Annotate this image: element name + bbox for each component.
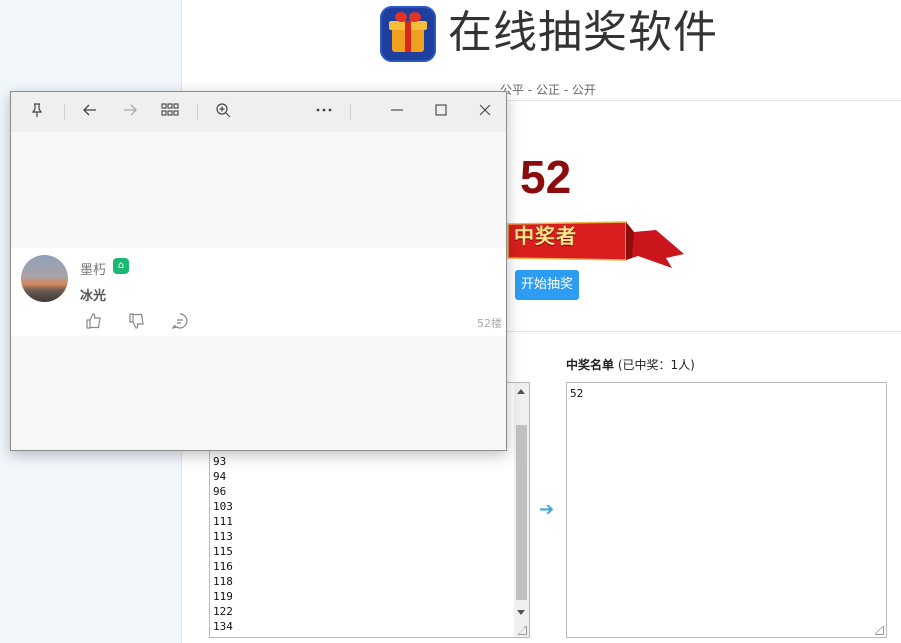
list-item: 52: [570, 387, 584, 400]
thumbs-down-icon[interactable]: [128, 312, 146, 334]
maximize-icon[interactable]: [431, 102, 451, 122]
popup-titlebar: [11, 92, 506, 132]
grid-icon[interactable]: [160, 102, 180, 122]
vertical-scrollbar[interactable]: [514, 383, 529, 637]
list-item: 134: [213, 620, 233, 633]
toolbar-separator: [64, 104, 65, 120]
list-item: 111: [213, 515, 233, 528]
resize-grip-icon[interactable]: [875, 626, 884, 635]
winners-list-textarea[interactable]: 52: [566, 382, 887, 638]
participant-lines: 93 94 96 103 111 113 115 116 118 119 122…: [213, 454, 233, 634]
avatar[interactable]: [21, 255, 68, 302]
winners-heading: 中奖名单 (已中奖：1人): [566, 356, 695, 373]
toolbar-separator: [350, 104, 351, 120]
winners-count: (已中奖：1人): [614, 358, 695, 372]
list-item: 116: [213, 560, 233, 573]
list-item: 113: [213, 530, 233, 543]
pin-icon[interactable]: [27, 102, 47, 122]
floor-number: 52楼: [477, 317, 502, 330]
list-item: 93: [213, 455, 227, 468]
scroll-thumb[interactable]: [516, 425, 527, 600]
zoom-in-icon[interactable]: [213, 102, 233, 122]
list-item: 96: [213, 485, 227, 498]
arrow-right-icon: ➔: [539, 499, 555, 520]
winner-number: 52: [520, 151, 572, 203]
list-item: 103: [213, 500, 233, 513]
gift-icon: [380, 6, 436, 62]
resize-grip-icon[interactable]: [518, 626, 527, 635]
page-subtitle: 公平 - 公正 - 公开: [500, 83, 596, 97]
list-item: 119: [213, 590, 233, 603]
toolbar-separator: [197, 104, 198, 120]
close-icon[interactable]: [475, 102, 495, 122]
list-item: 122: [213, 605, 233, 618]
winner-banner-label: 中奖者: [514, 224, 577, 248]
start-draw-button[interactable]: 开始抽奖: [515, 270, 579, 300]
popup-window: 墨朽 ⌂ 冰光 52楼: [10, 91, 507, 451]
comment-card: 墨朽 ⌂ 冰光 52楼: [11, 248, 506, 336]
forward-arrow-icon[interactable]: [120, 102, 140, 122]
more-icon[interactable]: [314, 102, 334, 122]
comment-text: 冰光: [80, 289, 107, 304]
winners-heading-label: 中奖名单: [566, 358, 615, 372]
back-arrow-icon[interactable]: [80, 102, 100, 122]
list-item: 94: [213, 470, 227, 483]
scroll-down-icon[interactable]: [517, 610, 525, 615]
comment-username[interactable]: 墨朽: [80, 259, 106, 278]
scroll-up-icon[interactable]: [517, 389, 525, 394]
list-item: 115: [213, 545, 233, 558]
verified-badge-icon: ⌂: [113, 258, 129, 274]
app-title: 在线抽奖软件: [448, 7, 718, 58]
list-item: 118: [213, 575, 233, 588]
minimize-icon[interactable]: [387, 102, 407, 122]
comment-reply-icon[interactable]: [171, 312, 189, 334]
thumbs-up-icon[interactable]: [85, 312, 103, 334]
